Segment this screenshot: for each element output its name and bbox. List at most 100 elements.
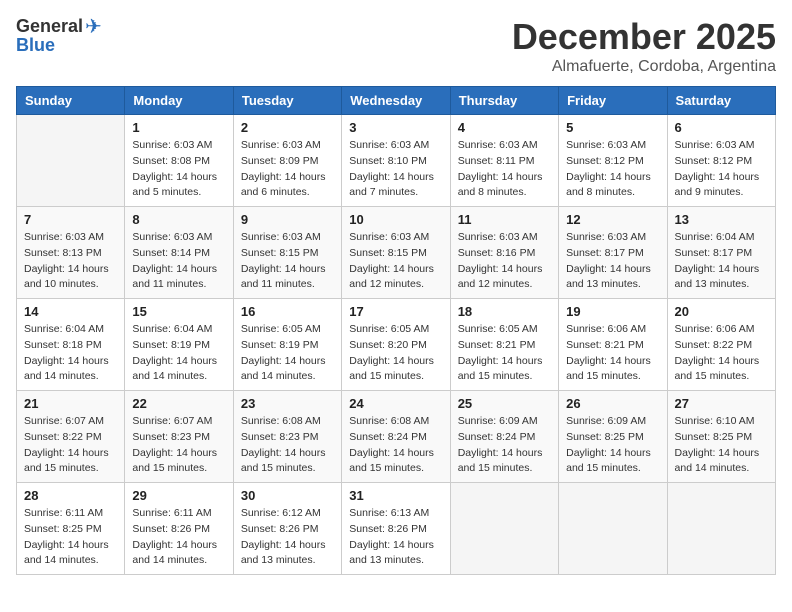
- logo-bird-icon: ✈: [85, 16, 102, 38]
- calendar-cell: 1Sunrise: 6:03 AMSunset: 8:08 PMDaylight…: [125, 115, 233, 207]
- day-info: Sunrise: 6:12 AMSunset: 8:26 PMDaylight:…: [241, 506, 334, 569]
- day-number: 17: [349, 304, 442, 319]
- weekday-header-row: SundayMondayTuesdayWednesdayThursdayFrid…: [17, 87, 776, 115]
- day-info: Sunrise: 6:11 AMSunset: 8:26 PMDaylight:…: [132, 506, 225, 569]
- calendar-cell: 4 Sunrise: 6:03 AMSunset: 8:11 PMDaylight…: [450, 115, 558, 207]
- calendar-cell: 2 Sunrise: 6:03 AMSunset: 8:09 PMDaylight…: [233, 115, 341, 207]
- calendar-cell: 28Sunrise: 6:11 AMSunset: 8:25 PMDayligh…: [17, 483, 125, 575]
- day-number: 6: [675, 120, 768, 135]
- calendar-cell: 29 Sunrise: 6:11 AMSunset: 8:26 PMDayligh…: [125, 483, 233, 575]
- calendar-week-row: 7 Sunrise: 6:03 AMSunset: 8:13 PMDaylight…: [17, 207, 776, 299]
- day-info: Sunrise: 6:03 AMSunset: 8:16 PMDaylight:…: [458, 230, 551, 293]
- calendar-table: SundayMondayTuesdayWednesdayThursdayFrid…: [16, 86, 776, 575]
- calendar-cell: 21 Sunrise: 6:07 AMSunset: 8:22 PMDayligh…: [17, 391, 125, 483]
- day-info: Sunrise: 6:10 AMSunset: 8:25 PMDaylight:…: [675, 414, 768, 477]
- month-title: December 2025: [512, 16, 776, 58]
- calendar-cell: 31Sunrise: 6:13 AMSunset: 8:26 PMDayligh…: [342, 483, 450, 575]
- day-info: Sunrise: 6:03 AMSunset: 8:09 PMDaylight:…: [241, 138, 334, 201]
- calendar-cell: 7 Sunrise: 6:03 AMSunset: 8:13 PMDaylight…: [17, 207, 125, 299]
- calendar-cell: 9Sunrise: 6:03 AMSunset: 8:15 PMDaylight…: [233, 207, 341, 299]
- day-info: Sunrise: 6:03 AMSunset: 8:11 PMDaylight:…: [458, 138, 551, 201]
- day-number: 28: [24, 488, 117, 503]
- day-info: Sunrise: 6:03 AMSunset: 8:17 PMDaylight:…: [566, 230, 659, 293]
- day-info: Sunrise: 6:04 AMSunset: 8:18 PMDaylight:…: [24, 322, 117, 385]
- calendar-cell: 23Sunrise: 6:08 AMSunset: 8:23 PMDayligh…: [233, 391, 341, 483]
- day-info: Sunrise: 6:09 AMSunset: 8:25 PMDaylight:…: [566, 414, 659, 477]
- calendar-cell: [559, 483, 667, 575]
- day-info: Sunrise: 6:03 AMSunset: 8:10 PMDaylight:…: [349, 138, 442, 201]
- calendar-cell: 22 Sunrise: 6:07 AMSunset: 8:23 PMDayligh…: [125, 391, 233, 483]
- header: General ✈ Blue December 2025 Almafuerte,…: [16, 16, 776, 76]
- day-info: Sunrise: 6:07 AMSunset: 8:22 PMDaylight:…: [24, 414, 117, 477]
- day-info: Sunrise: 6:03 AMSunset: 8:13 PMDaylight:…: [24, 230, 117, 293]
- weekday-header-sunday: Sunday: [17, 87, 125, 115]
- calendar-cell: 20 Sunrise: 6:06 AMSunset: 8:22 PMDayligh…: [667, 299, 775, 391]
- day-info: Sunrise: 6:03 AMSunset: 8:14 PMDaylight:…: [132, 230, 225, 293]
- weekday-header-monday: Monday: [125, 87, 233, 115]
- day-info: Sunrise: 6:06 AMSunset: 8:22 PMDaylight:…: [675, 322, 768, 385]
- day-info: Sunrise: 6:03 AMSunset: 8:15 PMDaylight:…: [349, 230, 442, 293]
- day-number: 5: [566, 120, 659, 135]
- day-info: Sunrise: 6:09 AMSunset: 8:24 PMDaylight:…: [458, 414, 551, 477]
- day-number: 10: [349, 212, 442, 227]
- day-number: 22: [132, 396, 225, 411]
- day-number: 26: [566, 396, 659, 411]
- calendar-week-row: 14 Sunrise: 6:04 AMSunset: 8:18 PMDayligh…: [17, 299, 776, 391]
- day-number: 21: [24, 396, 117, 411]
- weekday-header-tuesday: Tuesday: [233, 87, 341, 115]
- logo-general: General: [16, 17, 83, 37]
- day-number: 18: [458, 304, 551, 319]
- day-number: 2: [241, 120, 334, 135]
- day-info: Sunrise: 6:05 AMSunset: 8:19 PMDaylight:…: [241, 322, 334, 385]
- day-number: 19: [566, 304, 659, 319]
- calendar-cell: 6Sunrise: 6:03 AMSunset: 8:12 PMDaylight…: [667, 115, 775, 207]
- day-number: 15: [132, 304, 225, 319]
- location-title: Almafuerte, Cordoba, Argentina: [512, 58, 776, 76]
- day-info: Sunrise: 6:06 AMSunset: 8:21 PMDaylight:…: [566, 322, 659, 385]
- calendar-cell: 25Sunrise: 6:09 AMSunset: 8:24 PMDayligh…: [450, 391, 558, 483]
- calendar-cell: 3 Sunrise: 6:03 AMSunset: 8:10 PMDaylight…: [342, 115, 450, 207]
- calendar-cell: 5 Sunrise: 6:03 AMSunset: 8:12 PMDaylight…: [559, 115, 667, 207]
- calendar-cell: [450, 483, 558, 575]
- calendar-cell: 24 Sunrise: 6:08 AMSunset: 8:24 PMDayligh…: [342, 391, 450, 483]
- calendar-week-row: 21 Sunrise: 6:07 AMSunset: 8:22 PMDayligh…: [17, 391, 776, 483]
- day-number: 14: [24, 304, 117, 319]
- day-number: 24: [349, 396, 442, 411]
- day-number: 20: [675, 304, 768, 319]
- day-info: Sunrise: 6:04 AMSunset: 8:19 PMDaylight:…: [132, 322, 225, 385]
- day-number: 7: [24, 212, 117, 227]
- calendar-cell: 17Sunrise: 6:05 AMSunset: 8:20 PMDayligh…: [342, 299, 450, 391]
- calendar-cell: 11 Sunrise: 6:03 AMSunset: 8:16 PMDayligh…: [450, 207, 558, 299]
- day-number: 30: [241, 488, 334, 503]
- calendar-cell: [17, 115, 125, 207]
- day-number: 31: [349, 488, 442, 503]
- day-info: Sunrise: 6:03 AMSunset: 8:12 PMDaylight:…: [566, 138, 659, 201]
- calendar-cell: 30 Sunrise: 6:12 AMSunset: 8:26 PMDayligh…: [233, 483, 341, 575]
- day-number: 9: [241, 212, 334, 227]
- day-number: 16: [241, 304, 334, 319]
- calendar-cell: 18 Sunrise: 6:05 AMSunset: 8:21 PMDayligh…: [450, 299, 558, 391]
- calendar-cell: 8Sunrise: 6:03 AMSunset: 8:14 PMDaylight…: [125, 207, 233, 299]
- calendar-cell: 10 Sunrise: 6:03 AMSunset: 8:15 PMDayligh…: [342, 207, 450, 299]
- day-number: 23: [241, 396, 334, 411]
- day-info: Sunrise: 6:04 AMSunset: 8:17 PMDaylight:…: [675, 230, 768, 293]
- calendar-week-row: 1Sunrise: 6:03 AMSunset: 8:08 PMDaylight…: [17, 115, 776, 207]
- calendar-cell: 19 Sunrise: 6:06 AMSunset: 8:21 PMDayligh…: [559, 299, 667, 391]
- logo-blue: Blue: [16, 36, 55, 56]
- day-number: 11: [458, 212, 551, 227]
- calendar-cell: 27 Sunrise: 6:10 AMSunset: 8:25 PMDayligh…: [667, 391, 775, 483]
- day-number: 12: [566, 212, 659, 227]
- day-number: 3: [349, 120, 442, 135]
- day-number: 1: [132, 120, 225, 135]
- logo: General ✈ Blue: [16, 16, 102, 56]
- day-number: 29: [132, 488, 225, 503]
- day-number: 27: [675, 396, 768, 411]
- calendar-cell: 15 Sunrise: 6:04 AMSunset: 8:19 PMDayligh…: [125, 299, 233, 391]
- weekday-header-friday: Friday: [559, 87, 667, 115]
- calendar-cell: 12 Sunrise: 6:03 AMSunset: 8:17 PMDayligh…: [559, 207, 667, 299]
- day-info: Sunrise: 6:05 AMSunset: 8:21 PMDaylight:…: [458, 322, 551, 385]
- day-info: Sunrise: 6:07 AMSunset: 8:23 PMDaylight:…: [132, 414, 225, 477]
- day-number: 4: [458, 120, 551, 135]
- weekday-header-saturday: Saturday: [667, 87, 775, 115]
- day-info: Sunrise: 6:08 AMSunset: 8:24 PMDaylight:…: [349, 414, 442, 477]
